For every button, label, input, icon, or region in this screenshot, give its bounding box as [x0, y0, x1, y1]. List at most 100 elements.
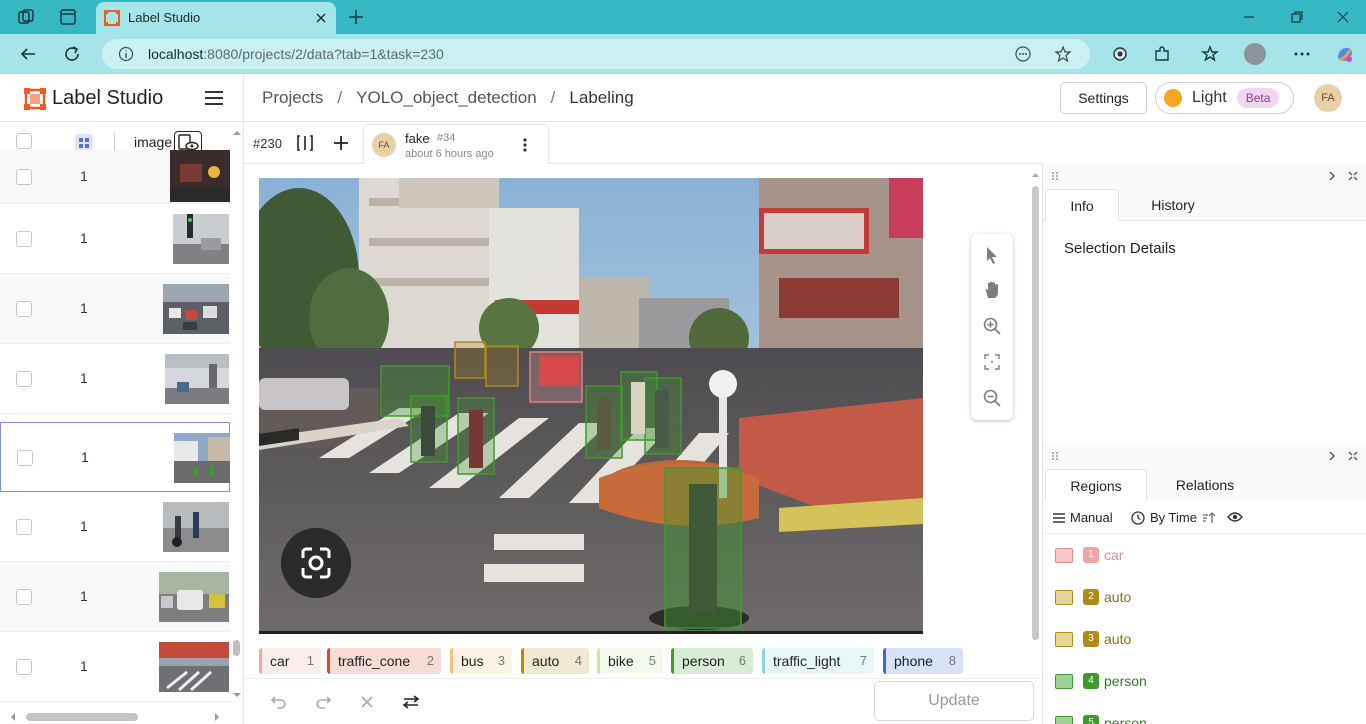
- list-item[interactable]: 1: [0, 344, 230, 414]
- main-menu-icon[interactable]: [204, 90, 224, 106]
- list-horizontal-scrollbar[interactable]: [0, 710, 230, 724]
- scroll-up-icon[interactable]: [230, 128, 244, 138]
- extension-circle-icon[interactable]: [1110, 44, 1130, 64]
- row-checkbox[interactable]: [16, 371, 32, 387]
- region-auto-box[interactable]: [485, 345, 519, 387]
- task-image[interactable]: [259, 178, 923, 634]
- settings-button[interactable]: Settings: [1060, 82, 1147, 114]
- settings-more-icon[interactable]: [1292, 44, 1312, 64]
- list-scroll-thumb[interactable]: [233, 640, 240, 656]
- canvas-scroll-up-icon[interactable]: [1029, 170, 1042, 180]
- select-pointer-icon[interactable]: [982, 245, 1002, 265]
- scroll-right-icon[interactable]: [212, 710, 222, 724]
- zoom-out-icon[interactable]: [982, 388, 1002, 408]
- reload-icon[interactable]: [62, 44, 82, 64]
- new-tab-icon[interactable]: [346, 7, 366, 27]
- tab-history[interactable]: History: [1131, 189, 1215, 221]
- undo-icon[interactable]: [270, 693, 288, 711]
- copilot-icon[interactable]: [1334, 44, 1356, 66]
- workspaces-icon[interactable]: [16, 7, 36, 27]
- row-checkbox[interactable]: [16, 519, 32, 535]
- list-item[interactable]: 1: [0, 150, 230, 204]
- collapse-panel-icon[interactable]: [1327, 170, 1337, 182]
- profile-avatar[interactable]: [1244, 43, 1266, 65]
- scroll-down-icon[interactable]: [230, 690, 244, 700]
- row-checkbox[interactable]: [16, 169, 32, 185]
- label-bus[interactable]: bus 3: [450, 648, 512, 674]
- extensions-puzzle-icon[interactable]: [1152, 44, 1172, 64]
- toggle-panels-icon[interactable]: [296, 134, 314, 152]
- zoom-in-icon[interactable]: [982, 316, 1002, 336]
- scroll-left-icon[interactable]: [8, 710, 18, 724]
- list-item[interactable]: 1: [0, 632, 230, 702]
- list-item[interactable]: 1: [0, 492, 230, 562]
- collapse-panel-icon[interactable]: [1327, 450, 1337, 462]
- select-all-checkbox[interactable]: [16, 133, 32, 149]
- group-manual-button[interactable]: Manual: [1053, 510, 1113, 525]
- list-item[interactable]: 1: [0, 562, 230, 632]
- tab-info[interactable]: Info: [1045, 189, 1119, 221]
- close-tab-icon[interactable]: [312, 9, 330, 27]
- label-auto[interactable]: auto 4: [521, 648, 589, 674]
- pan-hand-icon[interactable]: [982, 280, 1002, 300]
- list-item[interactable]: 1: [0, 274, 230, 344]
- browser-tab-label-studio[interactable]: Label Studio: [96, 2, 336, 34]
- expand-panel-icon[interactable]: [1347, 450, 1359, 462]
- settings-sliders-icon[interactable]: [402, 693, 420, 711]
- column-header-image[interactable]: image: [134, 134, 172, 150]
- more-page-actions-icon[interactable]: [1014, 45, 1032, 63]
- list-vertical-scrollbar[interactable]: [230, 122, 244, 702]
- window-close-icon[interactable]: [1334, 8, 1352, 26]
- region-item[interactable]: 4 person: [1043, 661, 1366, 703]
- list-hscroll-thumb[interactable]: [26, 713, 138, 721]
- visual-search-button[interactable]: [281, 528, 351, 598]
- breadcrumb-projects[interactable]: Projects: [262, 88, 323, 108]
- back-icon[interactable]: [18, 44, 38, 64]
- row-checkbox[interactable]: [17, 450, 33, 466]
- label-phone[interactable]: phone 8: [883, 648, 963, 674]
- expand-panel-icon[interactable]: [1347, 170, 1359, 182]
- canvas-scrollbar[interactable]: [1029, 164, 1042, 644]
- minimize-icon[interactable]: [1240, 8, 1258, 26]
- region-item[interactable]: 5 person: [1043, 703, 1366, 724]
- tab-relations[interactable]: Relations: [1159, 469, 1251, 501]
- label-traffic-light[interactable]: traffic_light 7: [762, 648, 874, 674]
- reset-icon[interactable]: [358, 693, 376, 711]
- annotation-tab[interactable]: FA fake #34 about 6 hours ago: [363, 124, 549, 165]
- favorite-star-icon[interactable]: [1054, 45, 1072, 63]
- restore-icon[interactable]: [1288, 8, 1306, 26]
- label-traffic-cone[interactable]: traffic_cone 2: [327, 648, 441, 674]
- breadcrumb-project[interactable]: YOLO_object_detection: [356, 88, 537, 108]
- zoom-to-fit-icon[interactable]: [982, 352, 1002, 372]
- more-options-icon[interactable]: [522, 137, 528, 153]
- row-checkbox[interactable]: [16, 589, 32, 605]
- visibility-eye-icon[interactable]: [1227, 510, 1243, 524]
- label-car[interactable]: car 1: [259, 648, 321, 674]
- region-auto-box[interactable]: [454, 341, 486, 379]
- app-logo[interactable]: Label Studio: [24, 87, 163, 110]
- row-checkbox[interactable]: [16, 231, 32, 247]
- tab-regions[interactable]: Regions: [1045, 469, 1147, 501]
- label-person[interactable]: person 6: [671, 648, 753, 674]
- site-info-icon[interactable]: [118, 46, 134, 62]
- list-item[interactable]: 1: [0, 204, 230, 274]
- row-checkbox[interactable]: [16, 301, 32, 317]
- add-annotation-icon[interactable]: [332, 134, 350, 152]
- label-bike[interactable]: bike 5: [597, 648, 663, 674]
- drag-handle-icon[interactable]: [1051, 451, 1059, 461]
- sort-by-time-button[interactable]: By Time: [1131, 510, 1216, 525]
- drag-handle-icon[interactable]: [1051, 171, 1059, 181]
- row-checkbox[interactable]: [16, 659, 32, 675]
- region-item[interactable]: 1 car: [1043, 535, 1366, 577]
- region-item[interactable]: 2 auto: [1043, 577, 1366, 619]
- vertical-tabs-icon[interactable]: [58, 7, 78, 27]
- address-bar[interactable]: localhost:8080/projects/2/data?tab=1&tas…: [102, 39, 1090, 69]
- favorites-icon[interactable]: [1200, 44, 1220, 64]
- update-button[interactable]: Update: [874, 681, 1034, 721]
- canvas-scroll-thumb[interactable]: [1032, 186, 1039, 640]
- redo-icon[interactable]: [314, 693, 332, 711]
- user-avatar[interactable]: FA: [1314, 84, 1342, 112]
- theme-toggle[interactable]: Light Beta: [1155, 82, 1294, 114]
- region-item[interactable]: 3 auto: [1043, 619, 1366, 661]
- list-item-selected[interactable]: 1: [0, 422, 230, 492]
